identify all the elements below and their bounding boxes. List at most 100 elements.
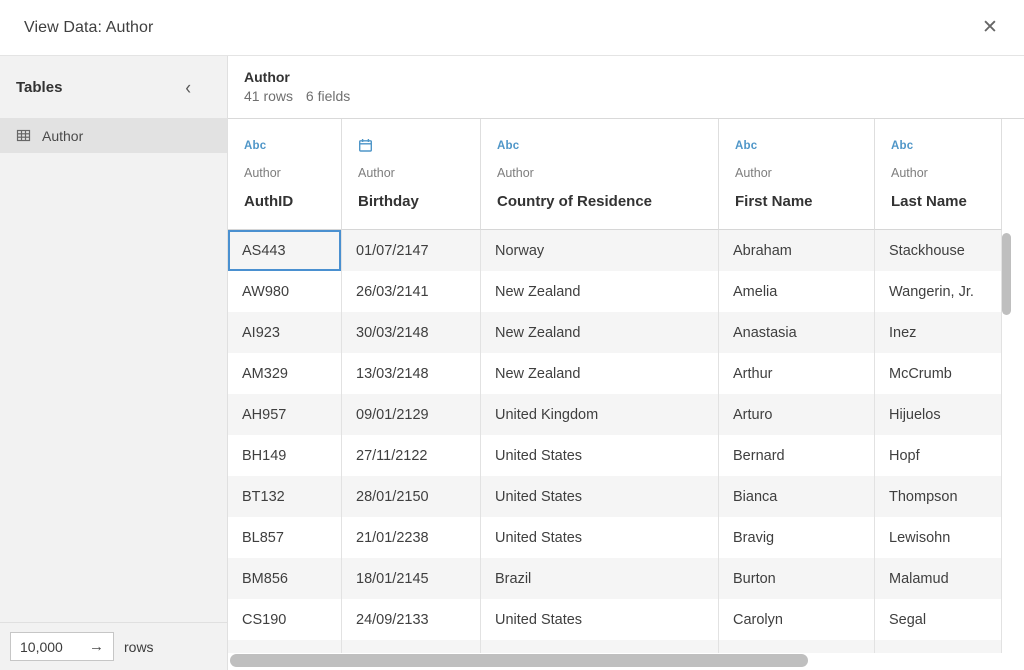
data-grid: AbcAuthorAuthIDAuthorBirthdayAbcAuthorCo… — [228, 119, 1024, 653]
column-header-birthday[interactable]: Author Birthday — [342, 119, 481, 230]
column-header-first-name[interactable]: Abc Author First Name — [719, 119, 875, 230]
cell-row4-country-of-residence[interactable]: United Kingdom — [481, 394, 719, 435]
window-title: View Data: Author — [24, 19, 153, 37]
cell-row9-birthday[interactable]: 24/09/2133 — [342, 599, 481, 640]
cell-row7-first-name[interactable]: Bravig — [719, 517, 875, 558]
cell-row7-authid[interactable]: BL857 — [228, 517, 342, 558]
cell-row6-first-name[interactable]: Bianca — [719, 476, 875, 517]
column-table-name: Author — [735, 166, 858, 180]
cell-row0-first-name[interactable]: Abraham — [719, 230, 875, 271]
row-limit-input[interactable] — [20, 639, 78, 655]
cell-row5-last-name[interactable]: Hopf — [875, 435, 1002, 476]
cell-partial-row — [228, 640, 342, 653]
cell-row1-first-name[interactable]: Amelia — [719, 271, 875, 312]
table-summary-header: Author 41 rows 6 fields — [228, 56, 1024, 118]
column-field-name: AuthID — [244, 193, 325, 210]
window-body: Tables ‹ Author → — [0, 56, 1024, 670]
cell-row2-country-of-residence[interactable]: New Zealand — [481, 312, 719, 353]
table-title: Author — [244, 69, 1008, 85]
row-limit-box: → — [10, 632, 114, 661]
chevron-left-icon[interactable]: ‹ — [185, 77, 191, 97]
cell-row3-last-name[interactable]: McCrumb — [875, 353, 1002, 394]
view-data-window: View Data: Author ✕ Tables ‹ — [0, 0, 1024, 670]
cell-row1-birthday[interactable]: 26/03/2141 — [342, 271, 481, 312]
cell-row4-authid[interactable]: AH957 — [228, 394, 342, 435]
column-header-authid[interactable]: Abc Author AuthID — [228, 119, 342, 230]
cell-row6-authid[interactable]: BT132 — [228, 476, 342, 517]
table-grid-icon — [16, 128, 31, 143]
cell-row3-country-of-residence[interactable]: New Zealand — [481, 353, 719, 394]
cell-row8-authid[interactable]: BM856 — [228, 558, 342, 599]
cell-row7-birthday[interactable]: 21/01/2238 — [342, 517, 481, 558]
sidebar-title: Tables — [16, 79, 62, 96]
tables-sidebar: Tables ‹ Author → — [0, 56, 228, 670]
cell-row8-last-name[interactable]: Malamud — [875, 558, 1002, 599]
column-field-name: Last Name — [891, 193, 985, 210]
cell-partial-row — [719, 640, 875, 653]
cell-row5-birthday[interactable]: 27/11/2122 — [342, 435, 481, 476]
cell-row5-authid[interactable]: BH149 — [228, 435, 342, 476]
cell-partial-row — [342, 640, 481, 653]
cell-row3-authid[interactable]: AM329 — [228, 353, 342, 394]
data-grid-wrap: AbcAuthorAuthIDAuthorBirthdayAbcAuthorCo… — [228, 118, 1024, 670]
cell-row4-birthday[interactable]: 09/01/2129 — [342, 394, 481, 435]
field-count: 6 fields — [306, 88, 350, 104]
row-count: 41 rows — [244, 88, 293, 104]
cell-row2-birthday[interactable]: 30/03/2148 — [342, 312, 481, 353]
cell-row3-birthday[interactable]: 13/03/2148 — [342, 353, 481, 394]
abc-string-type-icon: Abc — [244, 138, 325, 153]
horizontal-scrollbar[interactable] — [230, 654, 808, 667]
titlebar: View Data: Author ✕ — [0, 0, 1024, 56]
table-meta: 41 rows 6 fields — [244, 88, 1008, 104]
rows-label: rows — [124, 639, 154, 655]
cell-row5-first-name[interactable]: Bernard — [719, 435, 875, 476]
cell-row1-country-of-residence[interactable]: New Zealand — [481, 271, 719, 312]
cell-row9-country-of-residence[interactable]: United States — [481, 599, 719, 640]
cell-row0-last-name[interactable]: Stackhouse — [875, 230, 1002, 271]
cell-row1-last-name[interactable]: Wangerin, Jr. — [875, 271, 1002, 312]
cell-row7-country-of-residence[interactable]: United States — [481, 517, 719, 558]
column-field-name: Birthday — [358, 193, 464, 210]
abc-string-type-icon: Abc — [891, 138, 985, 153]
apply-row-limit-arrow-icon[interactable]: → — [89, 639, 104, 654]
cell-row1-authid[interactable]: AW980 — [228, 271, 342, 312]
main-panel: Author 41 rows 6 fields AbcAuthorAuthIDA… — [228, 56, 1024, 670]
vertical-scrollbar[interactable] — [1002, 233, 1011, 315]
abc-string-type-icon: Abc — [735, 138, 858, 153]
cell-row5-country-of-residence[interactable]: United States — [481, 435, 719, 476]
calendar-icon — [358, 138, 464, 153]
column-header-country-of-residence[interactable]: AbcAuthorCountry of Residence — [481, 119, 719, 230]
sidebar-item-label: Author — [42, 128, 83, 144]
cell-row0-authid[interactable]: AS443 — [228, 230, 342, 271]
cell-row6-last-name[interactable]: Thompson — [875, 476, 1002, 517]
cell-row2-authid[interactable]: AI923 — [228, 312, 342, 353]
cell-row8-country-of-residence[interactable]: Brazil — [481, 558, 719, 599]
cell-row8-first-name[interactable]: Burton — [719, 558, 875, 599]
cell-row9-last-name[interactable]: Segal — [875, 599, 1002, 640]
cell-partial-row — [481, 640, 719, 653]
column-field-name: Country of Residence — [497, 193, 702, 210]
abc-string-type-icon: Abc — [497, 138, 702, 153]
cell-row4-last-name[interactable]: Hijuelos — [875, 394, 1002, 435]
cell-row9-first-name[interactable]: Carolyn — [719, 599, 875, 640]
column-header-last-name[interactable]: Abc Author Last Name — [875, 119, 1002, 230]
column-field-name: First Name — [735, 193, 858, 210]
column-table-name: Author — [891, 166, 985, 180]
cell-row6-birthday[interactable]: 28/01/2150 — [342, 476, 481, 517]
cell-row9-authid[interactable]: CS190 — [228, 599, 342, 640]
cell-partial-row — [875, 640, 1002, 653]
cell-row2-first-name[interactable]: Anastasia — [719, 312, 875, 353]
cell-row0-country-of-residence[interactable]: Norway — [481, 230, 719, 271]
close-icon[interactable]: ✕ — [978, 16, 1002, 40]
cell-row3-first-name[interactable]: Arthur — [719, 353, 875, 394]
cell-row8-birthday[interactable]: 18/01/2145 — [342, 558, 481, 599]
column-table-name: Author — [358, 166, 464, 180]
cell-row0-birthday[interactable]: 01/07/2147 — [342, 230, 481, 271]
sidebar-item-author[interactable]: Author — [0, 118, 227, 153]
cell-row6-country-of-residence[interactable]: United States — [481, 476, 719, 517]
sidebar-header: Tables ‹ — [0, 56, 227, 118]
cell-row2-last-name[interactable]: Inez — [875, 312, 1002, 353]
cell-row7-last-name[interactable]: Lewisohn — [875, 517, 1002, 558]
cell-row4-first-name[interactable]: Arturo — [719, 394, 875, 435]
column-table-name: Author — [244, 166, 325, 180]
